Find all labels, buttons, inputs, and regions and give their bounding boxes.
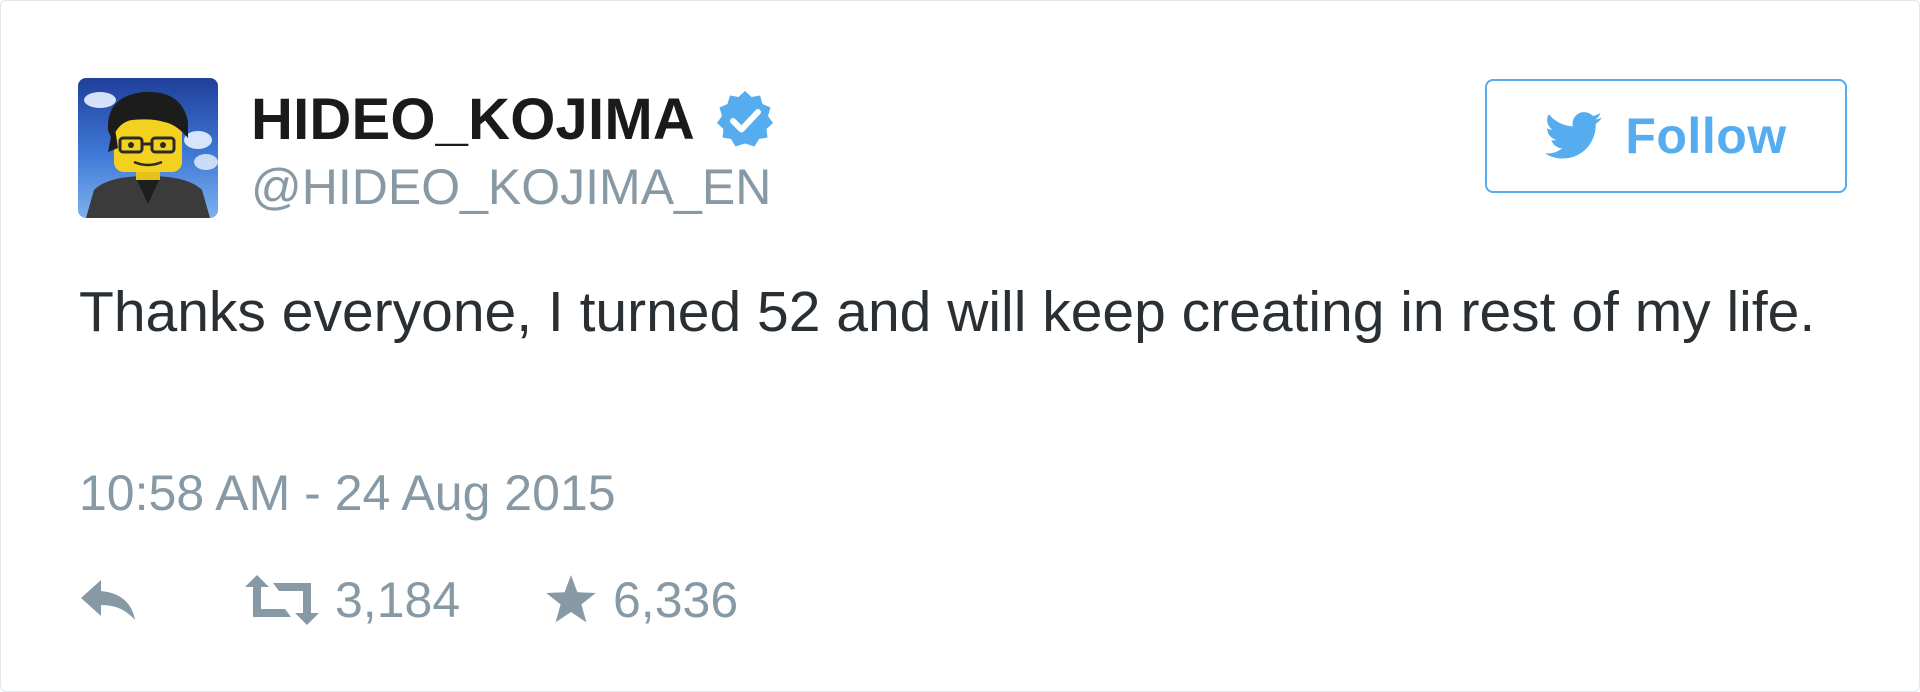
display-name[interactable]: HIDEO_KOJIMA xyxy=(251,79,695,161)
lego-avatar-image xyxy=(78,78,218,218)
tweet-card: HIDEO_KOJIMA @HIDEO_KOJIMA_EN Follow Tha… xyxy=(0,0,1920,692)
retweet-icon xyxy=(245,575,319,625)
follow-button[interactable]: Follow xyxy=(1485,79,1847,193)
retweet-count: 3,184 xyxy=(335,572,461,628)
reply-button[interactable] xyxy=(79,578,245,622)
twitter-bird-icon xyxy=(1545,111,1603,161)
star-icon xyxy=(545,575,597,625)
screen-name[interactable]: @HIDEO_KOJIMA_EN xyxy=(251,157,777,217)
tweet-text: Thanks everyone, I turned 52 and will ke… xyxy=(79,280,1816,344)
retweet-button[interactable]: 3,184 xyxy=(245,570,545,630)
reply-icon xyxy=(79,578,139,622)
tweet-timestamp[interactable]: 10:58 AM - 24 Aug 2015 xyxy=(79,463,616,523)
favorite-button[interactable]: 6,336 xyxy=(545,570,738,630)
follow-label: Follow xyxy=(1625,108,1787,164)
name-row: HIDEO_KOJIMA xyxy=(251,79,777,161)
tweet-actions: 3,184 6,336 xyxy=(79,569,738,631)
favorite-count: 6,336 xyxy=(613,572,739,628)
avatar[interactable] xyxy=(78,78,218,218)
user-info: HIDEO_KOJIMA @HIDEO_KOJIMA_EN xyxy=(251,79,777,217)
verified-badge-icon xyxy=(713,88,777,152)
